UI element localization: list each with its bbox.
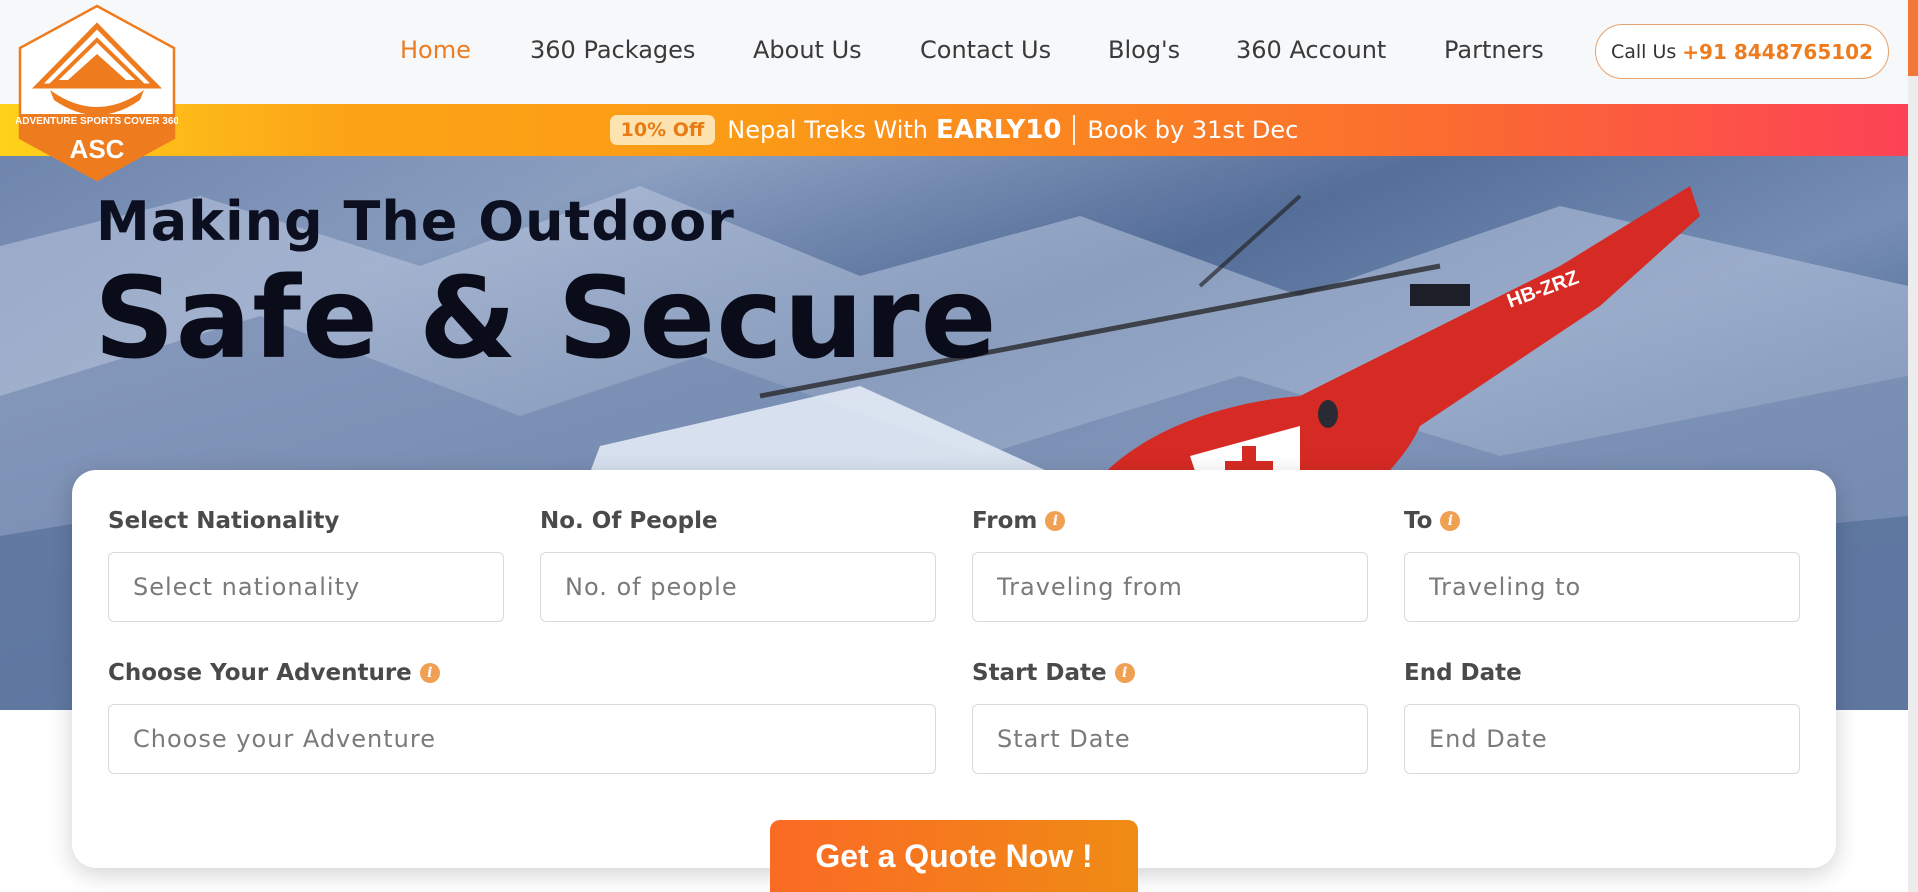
hero-title: Safe & Secure	[94, 254, 998, 384]
asc-logo[interactable]: ADVENTURE SPORTS COVER 360 ASC	[16, 4, 178, 182]
promo-banner[interactable]: 10% Off Nepal Treks With EARLY10 Book by…	[0, 104, 1908, 156]
nationality-label: Select Nationality	[108, 508, 340, 534]
info-icon[interactable]: i	[419, 663, 440, 683]
nav-360-account[interactable]: 360 Account	[1236, 36, 1386, 64]
info-icon[interactable]: i	[1114, 663, 1135, 683]
promo-divider	[1073, 115, 1076, 145]
end-date-input[interactable]	[1404, 704, 1800, 774]
people-label: No. Of People	[540, 508, 718, 534]
site-header: Home 360 Packages About Us Contact Us Bl…	[0, 0, 1908, 104]
people-input[interactable]	[540, 552, 936, 622]
logo-tagline: ADVENTURE SPORTS COVER 360	[16, 116, 178, 127]
adventure-select[interactable]	[108, 704, 936, 774]
get-quote-button[interactable]: Get a Quote Now !	[770, 820, 1138, 892]
info-icon[interactable]: i	[1440, 511, 1461, 531]
promo-code: EARLY10	[935, 115, 1062, 145]
quote-form-card: Select Nationality No. Of People From i …	[72, 470, 1836, 868]
from-input[interactable]	[972, 552, 1368, 622]
discount-badge: 10% Off	[609, 115, 716, 145]
nationality-select[interactable]	[108, 552, 504, 622]
promo-text: Nepal Treks With	[727, 116, 928, 144]
promo-deadline: Book by 31st Dec	[1087, 116, 1299, 144]
start-date-label: Start Date i	[972, 660, 1135, 686]
to-label: To i	[1404, 508, 1461, 534]
nav-360-packages[interactable]: 360 Packages	[530, 36, 695, 64]
nav-contact-us[interactable]: Contact Us	[920, 36, 1051, 64]
start-date-input[interactable]	[972, 704, 1368, 774]
call-us-label: Call Us	[1610, 40, 1677, 63]
call-us-button[interactable]: Call Us +91 8448765102	[1595, 24, 1889, 79]
to-input[interactable]	[1404, 552, 1800, 622]
scrollbar-thumb[interactable]	[1908, 0, 1918, 76]
end-date-label: End Date	[1404, 660, 1522, 686]
phone-number: +91 8448765102	[1682, 39, 1874, 64]
nav-home[interactable]: Home	[400, 36, 471, 64]
from-label: From i	[972, 508, 1066, 534]
page-scrollbar[interactable]	[1908, 0, 1918, 892]
nav-blogs[interactable]: Blog's	[1108, 36, 1180, 64]
nav-partners[interactable]: Partners	[1444, 36, 1544, 64]
info-icon[interactable]: i	[1045, 511, 1066, 531]
logo-wordmark: ASC	[70, 134, 125, 164]
adventure-label: Choose Your Adventure i	[108, 660, 440, 686]
nav-about-us[interactable]: About Us	[753, 36, 862, 64]
hero-subtitle: Making The Outdoor	[96, 190, 735, 253]
